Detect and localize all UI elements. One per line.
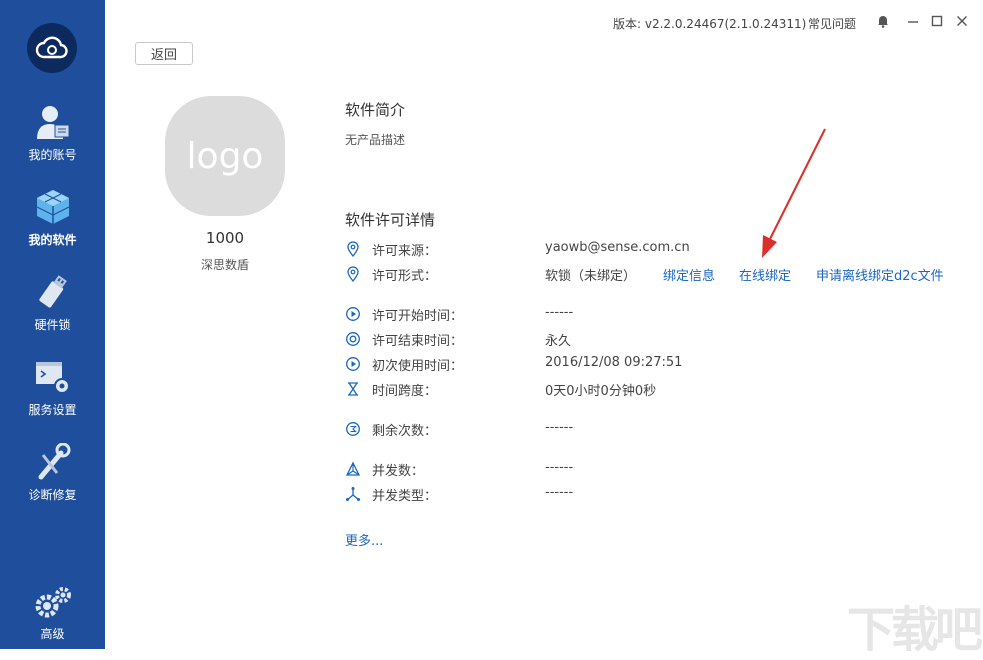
sidebar-item-service-settings[interactable]: 服务设置 [0,358,105,428]
sidebar-item-label: 硬件锁 [34,318,71,332]
first-use-row: 初次使用时间： 2016/12/08 09:27:51 [345,354,975,374]
intro-title: 软件简介 [345,101,406,119]
concurrency-icon [345,461,361,476]
license-end-row: 许可结束时间： 永久 [345,329,975,349]
offline-bind-d2c-link[interactable]: 申请离线绑定d2c文件 [816,265,944,284]
license-start-value: ------ [545,305,574,320]
license-source-label: 许可来源： [372,244,438,259]
app-id: 1000 [205,229,245,247]
sidebar-item-label: 我的账号 [28,148,77,162]
sidebar: 我的账号 我的软件 硬件锁 服务设置 诊断修复 高级 [0,0,105,649]
app-vendor: 深思数盾 [200,258,249,272]
annotation-arrow-icon [762,128,826,258]
first-use-label: 初次使用时间： [372,359,464,374]
wrench-icon [33,443,73,481]
license-form-row: 许可形式： 软锁（未绑定） 绑定信息 在线绑定 申请离线绑定d2c文件 [345,264,975,284]
remaining-count-value: ------ [545,420,574,435]
hourglass-icon [348,382,358,396]
license-end-value: 永久 [545,334,572,349]
cubes-icon [33,188,73,226]
back-button[interactable]: 返回 [135,42,193,65]
license-end-label: 许可结束时间： [372,334,464,349]
license-form-value: 软锁（未绑定） [545,269,637,284]
bell-icon[interactable] [875,13,891,29]
play-circle-icon [346,357,360,371]
remaining-count-label: 剩余次数： [372,424,438,439]
location-pin-icon [347,241,359,257]
license-start-label: 许可开始时间： [372,309,464,324]
license-start-row: 许可开始时间： ------ [345,304,975,324]
first-use-value: 2016/12/08 09:27:51 [545,355,683,370]
concurrency-type-row: 并发类型： ------ [345,484,975,504]
sidebar-item-account[interactable]: 我的账号 [0,103,105,173]
version-text: 版本: v2.2.0.24467(2.1.0.24311) [613,17,807,31]
cloud-logo-icon [27,23,77,73]
stop-circle-icon [346,332,360,346]
sidebar-item-label: 高级 [40,627,65,641]
user-icon [33,103,73,141]
terminal-gear-icon [33,358,73,396]
close-icon[interactable] [954,13,970,29]
maximize-icon[interactable] [929,13,945,29]
concurrency-value: ------ [545,460,574,475]
intro-desc: 无产品描述 [345,133,406,147]
sidebar-item-label: 服务设置 [28,403,77,417]
sidebar-item-label: 诊断修复 [28,488,77,502]
sidebar-item-diagnose[interactable]: 诊断修复 [0,443,105,513]
license-form-label: 许可形式： [372,269,438,284]
concurrency-type-icon [346,487,360,501]
gears-icon [33,582,73,620]
sidebar-item-label: 我的软件 [28,233,77,247]
time-span-row: 时间跨度： 0天0小时0分钟0秒 [345,379,975,399]
minimize-icon[interactable] [905,13,921,29]
license-title: 软件许可详情 [345,211,436,229]
sidebar-item-advanced[interactable]: 高级 [0,582,105,652]
online-bind-link[interactable]: 在线绑定 [739,265,791,284]
play-circle-icon [346,307,360,321]
concurrency-type-value: ------ [545,485,574,500]
location-pin-icon [347,266,359,282]
counter-circle-icon [346,422,360,436]
sidebar-item-software[interactable]: 我的软件 [0,188,105,258]
concurrency-row: 并发数： ------ [345,459,975,479]
concurrency-label: 并发数： [372,464,425,479]
bind-info-link[interactable]: 绑定信息 [663,265,715,284]
time-span-value: 0天0小时0分钟0秒 [545,384,657,399]
concurrency-type-label: 并发类型： [372,489,438,504]
license-source-value: yaowb@sense.com.cn [545,240,690,255]
watermark: 下载吧 [847,602,983,658]
more-link[interactable]: 更多... [345,530,383,549]
remaining-count-row: 剩余次数： ------ [345,419,975,439]
time-span-label: 时间跨度： [372,384,438,399]
faq-link[interactable]: 常见问题 [808,15,856,32]
app-logo: logo [165,96,285,216]
license-source-row: 许可来源： yaowb@sense.com.cn [345,239,975,259]
usb-dongle-icon [33,273,73,311]
sidebar-item-dongle[interactable]: 硬件锁 [0,273,105,343]
